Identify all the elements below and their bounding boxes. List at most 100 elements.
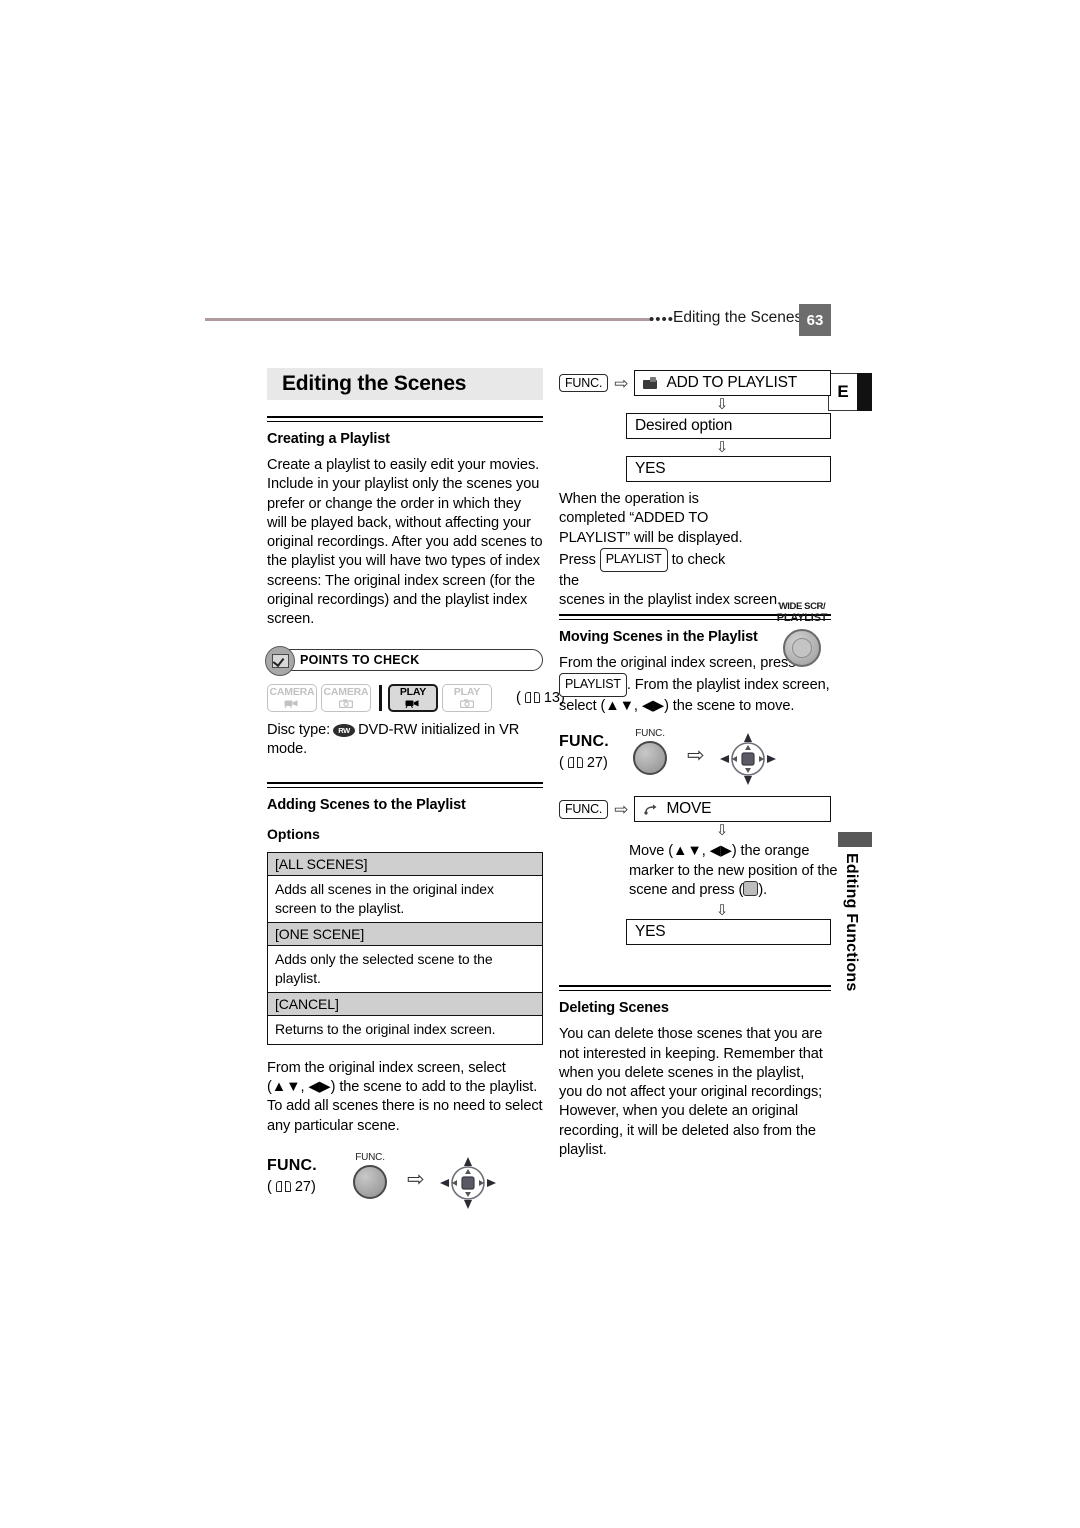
header-running-title: Editing the Scenes [673, 309, 803, 326]
chapter-title-text: Editing the Scenes [282, 372, 467, 395]
func-label: FUNC. [267, 1156, 317, 1174]
movie-camera-icon [284, 699, 300, 709]
deleting-scenes-body: You can delete those scenes that you are… [559, 1026, 823, 1159]
table-row: Adds only the selected scene to the play… [267, 945, 543, 994]
flow-step-add-to-playlist: FUNC. ⇨ ADD TO PLAYLIST [559, 370, 831, 396]
adding-scenes-instruction: From the original index screen, select (… [267, 1059, 543, 1134]
page-header: •••• Editing the Scenes 63 [205, 304, 831, 340]
table-row: [ALL SCENES] [267, 852, 543, 877]
section-rule-deleting-scenes [559, 985, 831, 992]
options-label: Options [267, 826, 320, 843]
options-table: [ALL SCENES] Adds all scenes in the orig… [267, 852, 543, 1045]
disc-rw-icon: RW [333, 723, 356, 737]
flow-arrow-down-icon: ⇩ [715, 822, 729, 840]
chapter-title-banner: Editing the Scenes [267, 368, 543, 400]
menu-item-label: YES [635, 460, 666, 477]
func-dial-caption: FUNC. [635, 728, 665, 740]
section-heading-adding-scenes: Adding Scenes to the Playlist [267, 797, 466, 814]
move-instruction-note: Move (▲▼, ◀▶) the orange marker to the n… [629, 842, 839, 900]
side-tab-letter: E [828, 373, 872, 411]
joystick-icon[interactable] [437, 1154, 499, 1212]
mode-chip-label: CAMERA [323, 685, 369, 698]
playlist-button[interactable]: PLAYLIST [599, 547, 668, 572]
mode-chip-label: PLAY [453, 685, 481, 698]
move-note-line3-pre: scene and press ( [629, 881, 744, 898]
table-row: Returns to the original index screen. [267, 1015, 543, 1045]
func-page-number: 27 [294, 1178, 311, 1195]
menu-item-desired-option[interactable]: Desired option [626, 413, 831, 439]
move-icon [643, 803, 659, 816]
flow-arrow-down-icon: ⇩ [715, 396, 729, 413]
func-dial-group: FUNC. [625, 728, 675, 776]
wide-scr-playlist-button-group: WIDE SCR/ PLAYLIST [771, 602, 833, 667]
note-line-4-pre: Press [559, 551, 596, 568]
func-page-number: 27 [586, 755, 603, 772]
table-row: [ONE SCENE] [267, 922, 543, 947]
option-name: [CANCEL] [267, 992, 543, 1017]
menu-item-yes[interactable]: YES [626, 456, 831, 482]
checkbox-check-icon [265, 645, 295, 676]
option-description: Adds only the selected scene to the play… [267, 945, 543, 994]
book-icon [567, 757, 583, 769]
section-heading-deleting-scenes: Deleting Scenes [559, 1000, 669, 1017]
still-camera-icon [459, 699, 475, 709]
func-page-reference: (27) [267, 1178, 316, 1195]
option-name: [ALL SCENES] [267, 852, 543, 877]
header-rule [205, 318, 653, 321]
menu-item-move[interactable]: MOVE [634, 796, 831, 823]
func-button[interactable]: FUNC. [559, 373, 609, 393]
side-tab-mark [838, 832, 872, 847]
func-button-icon[interactable] [633, 741, 667, 776]
page-reference-number: 13 [543, 689, 560, 706]
flow-step-move: FUNC. ⇨ MOVE [559, 796, 831, 823]
flow-arrow-right: ⇨ [687, 744, 705, 768]
creating-playlist-body: Create a playlist to easily edit your mo… [267, 457, 543, 628]
menu-item-label: YES [635, 923, 666, 941]
mode-chip-camera-photo: CAMERA [321, 683, 371, 712]
table-row: [CANCEL] [267, 992, 543, 1017]
func-page-reference: (27) [559, 755, 608, 772]
points-to-check-label: POINTS TO CHECK [300, 652, 420, 667]
move-note-line1: Move (▲▼, ◀▶) the orange [629, 843, 810, 860]
move-note-line3-post: ). [758, 881, 768, 898]
header-dots: •••• [649, 311, 675, 328]
mode-chip-label: PLAY [399, 685, 427, 698]
book-icon [275, 1180, 291, 1193]
joystick-press-icon [743, 880, 759, 896]
func-dial-caption: FUNC. [355, 1151, 385, 1163]
points-to-check-bar: POINTS TO CHECK [265, 645, 543, 676]
note-line-3: PLAYLIST” will be displayed. [559, 529, 743, 546]
playlist-button[interactable]: PLAYLIST [559, 673, 627, 698]
flow-arrow-right: ⇨ [407, 1167, 425, 1191]
mode-chip-camera-movie: CAMERA [267, 683, 317, 712]
moving-scenes-intro-pre: From the original index screen, press [559, 655, 796, 671]
wide-scr-label-line2: PLAYLIST [776, 612, 828, 624]
page-reference-modes: (13) [516, 689, 565, 706]
menu-item-yes[interactable]: YES [626, 919, 831, 946]
func-button[interactable]: FUNC. [559, 800, 609, 819]
add-to-playlist-icon [643, 376, 659, 390]
joystick-icon[interactable] [717, 730, 779, 788]
mode-group-divider [379, 684, 382, 711]
func-button-icon[interactable] [353, 1164, 387, 1199]
operating-mode-row: CAMERA CAMERA PLAY PLAY (13) [267, 683, 565, 713]
note-line-1: When the operation is [559, 491, 699, 507]
page-number: 63 [799, 304, 831, 336]
flow-arrow-down-icon: ⇩ [715, 902, 729, 920]
func-operation-block-adding: FUNC. (27) FUNC. ⇨ [267, 1152, 543, 1214]
mode-chip-label: CAMERA [269, 685, 315, 698]
section-heading-creating-playlist: Creating a Playlist [267, 431, 390, 447]
side-tab-letter-text: E [828, 373, 858, 411]
func-operation-block-moving: FUNC. (27) FUNC. ⇨ [559, 728, 831, 790]
playlist-button-icon[interactable] [783, 629, 821, 667]
flow-arrow-right-icon: ⇨ [614, 373, 629, 393]
menu-item-label: Desired option [635, 417, 733, 434]
still-camera-icon [338, 699, 354, 709]
note-line-2: completed “ADDED TO [559, 510, 709, 527]
menu-item-add-to-playlist[interactable]: ADD TO PLAYLIST [634, 370, 831, 396]
option-name: [ONE SCENE] [267, 922, 543, 947]
func-label: FUNC. [559, 733, 609, 751]
flow-arrow-right-icon: ⇨ [614, 799, 629, 819]
mode-chip-play-movie: PLAY [388, 683, 438, 712]
book-icon [524, 691, 540, 704]
